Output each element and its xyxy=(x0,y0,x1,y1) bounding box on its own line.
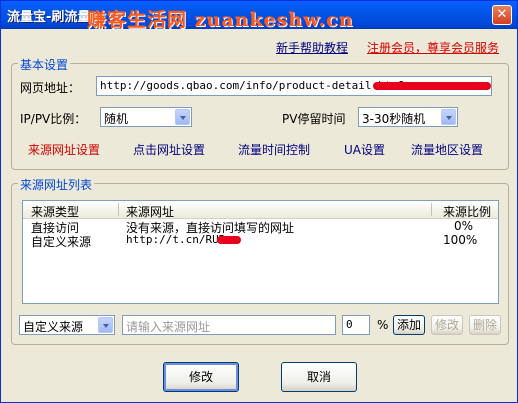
app-window: 流量宝-刷流量 赚客生活网 zuankeshw.cn ✕ 新手帮助教程 注册会员… xyxy=(0,0,518,403)
source-list[interactable]: 来源类型 来源网址 来源比例 直接访问 没有来源，直接访问填写的网址 0% 自定… xyxy=(22,200,499,304)
chevron-down-icon[interactable] xyxy=(175,109,190,125)
ratio-label: IP/PV比例： xyxy=(20,112,87,126)
traffic-time-link[interactable]: 流量时间控制 xyxy=(238,141,310,158)
list-header: 来源类型 来源网址 来源比例 xyxy=(23,201,498,219)
source-type-value: 自定义来源 xyxy=(23,320,84,334)
row-url: http://t.cn/RUR xyxy=(126,233,226,246)
title-bar[interactable]: 流量宝-刷流量 赚客生活网 zuankeshw.cn ✕ xyxy=(1,1,517,31)
close-icon: ✕ xyxy=(496,7,508,22)
ua-settings-link[interactable]: UA设置 xyxy=(344,141,385,158)
column-divider[interactable] xyxy=(118,203,119,216)
add-button[interactable]: 添加 xyxy=(393,315,425,335)
url-value: http://goods.qbao.com/info/product-detai… xyxy=(100,79,405,92)
source-type-select[interactable]: 自定义来源 xyxy=(19,315,115,335)
ratio-select[interactable]: 随机 xyxy=(100,107,192,127)
table-row[interactable]: 直接访问 没有来源，直接访问填写的网址 0% xyxy=(23,219,498,235)
modify-button[interactable]: 修改 xyxy=(163,362,239,392)
chevron-down-icon[interactable] xyxy=(98,317,113,333)
url-input[interactable]: http://goods.qbao.com/info/product-detai… xyxy=(96,76,492,96)
basic-settings-group: 基本设置 网页地址： http://goods.qbao.com/info/pr… xyxy=(11,56,509,170)
row-type: 自定义来源 xyxy=(31,235,92,249)
ratio-select-value: 随机 xyxy=(104,112,129,126)
table-row[interactable]: 自定义来源 http://t.cn/RUR 100% xyxy=(23,233,498,249)
url-label: 网页地址： xyxy=(20,81,81,95)
window-title: 流量宝-刷流量 xyxy=(7,10,91,25)
source-ratio-input[interactable]: 0 xyxy=(342,315,370,335)
source-list-title: 来源网址列表 xyxy=(18,176,95,193)
source-url-settings-link[interactable]: 来源网址设置 xyxy=(28,141,100,158)
delete-source-button[interactable]: 删除 xyxy=(469,315,501,335)
stay-label: PV停留时间 xyxy=(282,112,346,126)
column-divider[interactable] xyxy=(431,203,432,216)
region-settings-link[interactable]: 流量地区设置 xyxy=(411,141,483,158)
cancel-button[interactable]: 取消 xyxy=(281,362,357,392)
help-link[interactable]: 新手帮助教程 xyxy=(276,39,348,56)
source-url-input[interactable]: 请输入来源网址 xyxy=(122,315,336,335)
stay-select[interactable]: 3-30秒随机 xyxy=(358,107,458,127)
source-list-group: 来源网址列表 来源类型 来源网址 来源比例 直接访问 没有来源，直接访问填写的网… xyxy=(11,176,509,345)
stay-select-value: 3-30秒随机 xyxy=(362,112,426,126)
close-button[interactable]: ✕ xyxy=(492,5,512,25)
source-url-placeholder: 请输入来源网址 xyxy=(126,320,211,334)
row-ratio: 0% xyxy=(453,219,473,233)
column-url[interactable]: 来源网址 xyxy=(126,203,174,220)
watermark-text: 赚客生活网 zuankeshw.cn xyxy=(87,9,354,31)
column-type[interactable]: 来源类型 xyxy=(31,203,79,220)
chevron-down-icon[interactable] xyxy=(441,109,456,125)
redaction-mark xyxy=(217,236,241,244)
row-ratio: 100% xyxy=(443,233,478,247)
redaction-mark xyxy=(373,82,491,90)
percent-sign: % xyxy=(377,318,389,332)
modify-source-button[interactable]: 修改 xyxy=(431,315,463,335)
column-ratio[interactable]: 来源比例 xyxy=(443,203,491,220)
click-url-settings-link[interactable]: 点击网址设置 xyxy=(133,141,205,158)
register-link[interactable]: 注册会员，尊享会员服务 xyxy=(367,39,499,56)
source-ratio-value: 0 xyxy=(346,318,353,331)
basic-settings-title: 基本设置 xyxy=(18,56,71,73)
